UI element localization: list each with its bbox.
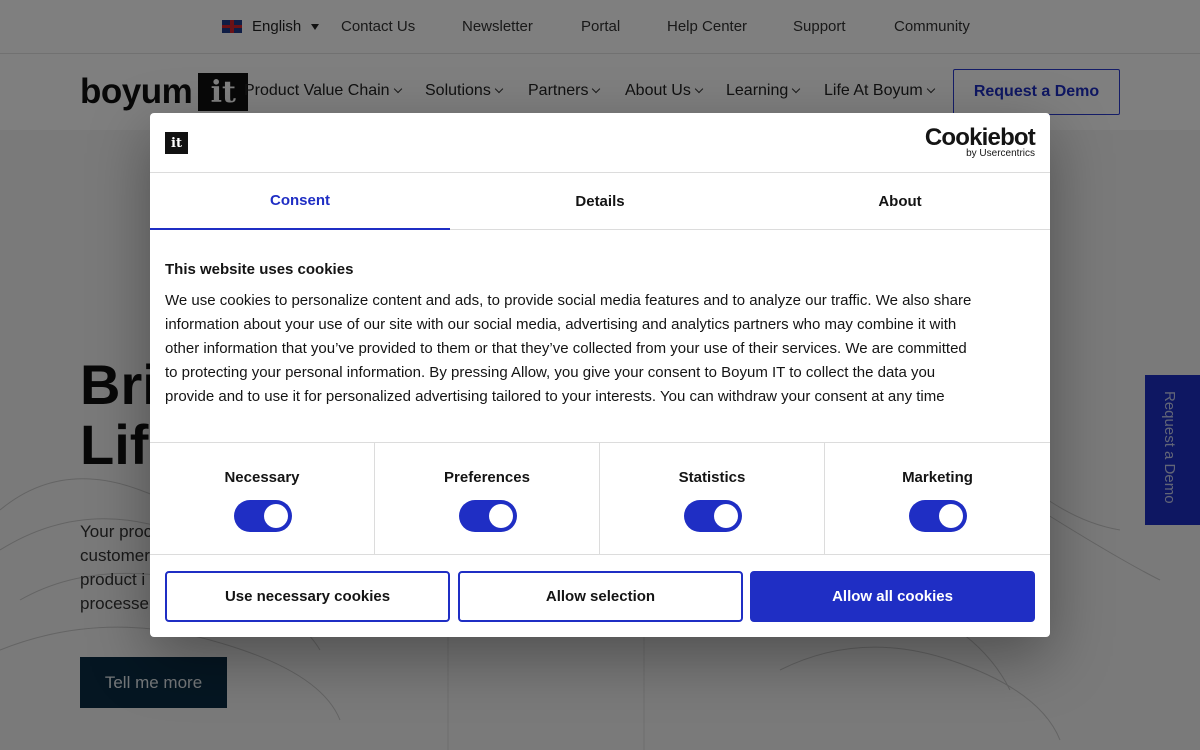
cookiebot-logo[interactable]: Cookiebot by Usercentrics (925, 125, 1036, 159)
category-preferences: Preferences (375, 443, 600, 555)
description-line: other information that you’ve provided t… (165, 340, 967, 357)
description-line: to protecting your personal information.… (165, 364, 936, 381)
category-marketing: Marketing (825, 443, 1050, 555)
dialog-description: We use cookies to personalize content an… (165, 289, 1037, 409)
preferences-toggle[interactable] (459, 500, 517, 532)
category-label: Statistics (678, 469, 746, 486)
statistics-toggle[interactable] (684, 500, 742, 532)
dialog-body: This website uses cookies We use cookies… (165, 261, 1037, 409)
tab-consent[interactable]: Consent (150, 173, 450, 230)
dialog-tabs: Consent Details About (150, 173, 1050, 230)
allow-selection-button[interactable]: Allow selection (458, 571, 743, 622)
category-label: Necessary (224, 469, 300, 486)
description-line: provide and to use it for personalized a… (165, 388, 945, 405)
cookie-category-toggles: Necessary Preferences Statistics Marketi… (150, 442, 1050, 555)
dialog-heading: This website uses cookies (165, 261, 354, 278)
category-label: Preferences (444, 469, 530, 486)
toggle-knob (939, 504, 963, 528)
category-label: Marketing (902, 469, 973, 486)
necessary-toggle[interactable] (234, 500, 292, 532)
toggle-knob (264, 504, 288, 528)
category-necessary: Necessary (150, 443, 375, 555)
allow-all-cookies-button[interactable]: Allow all cookies (750, 571, 1035, 622)
description-line: information about your use of our site w… (165, 316, 957, 333)
marketing-toggle[interactable] (909, 500, 967, 532)
use-necessary-cookies-button[interactable]: Use necessary cookies (165, 571, 450, 622)
boyum-it-logo-icon: it (165, 132, 188, 154)
cookie-consent-dialog: it Cookiebot by Usercentrics Consent Det… (150, 113, 1050, 637)
description-line: We use cookies to personalize content an… (165, 292, 972, 309)
toggle-knob (714, 504, 738, 528)
toggle-knob (489, 504, 513, 528)
category-statistics: Statistics (600, 443, 825, 555)
dialog-header: it Cookiebot by Usercentrics (150, 113, 1050, 173)
tab-details[interactable]: Details (450, 173, 750, 229)
tab-about[interactable]: About (750, 173, 1050, 229)
